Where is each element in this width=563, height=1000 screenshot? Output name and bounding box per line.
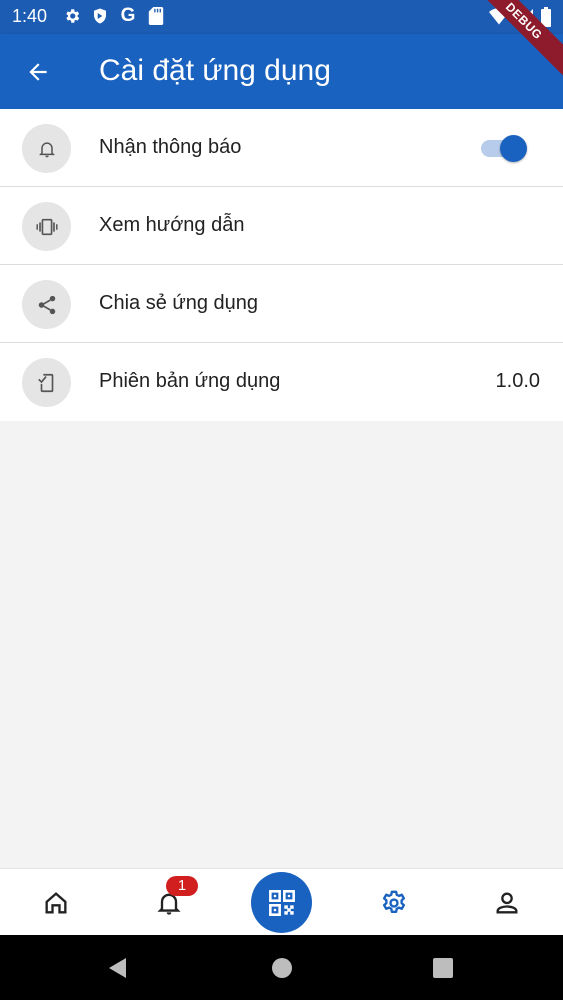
phone-check-icon	[22, 358, 71, 407]
status-time: 1:40	[12, 6, 48, 26]
back-button[interactable]	[18, 54, 58, 90]
system-back-button[interactable]	[104, 955, 132, 981]
setting-label: Phiên bản ứng dụng	[99, 370, 281, 392]
setting-share[interactable]: Chia sẻ ứng dụng	[0, 265, 563, 343]
gear-icon	[62, 6, 82, 26]
status-bar: 1:40 G	[0, 0, 563, 34]
status-icons-left: G	[62, 5, 166, 26]
shield-icon	[90, 6, 110, 26]
bottom-nav: 1	[0, 868, 563, 935]
page-title: Cài đặt ứng dụng	[99, 54, 331, 87]
square-recents-icon	[433, 958, 453, 978]
nav-qr-scan[interactable]	[251, 872, 312, 933]
profile-icon	[496, 892, 518, 913]
google-icon: G	[120, 5, 136, 26]
notification-badge: 1	[166, 876, 198, 896]
setting-label: Nhận thông báo	[99, 136, 242, 158]
settings-icon	[382, 890, 406, 913]
setting-guide[interactable]: Xem hướng dẫn	[0, 187, 563, 265]
home-icon	[45, 891, 67, 913]
nav-settings[interactable]	[354, 869, 434, 936]
qr-code-icon	[268, 889, 295, 916]
setting-label: Chia sẻ ứng dụng	[99, 292, 259, 314]
setting-label: Xem hướng dẫn	[99, 214, 245, 236]
setting-version: Phiên bản ứng dụng 1.0.0	[0, 343, 563, 421]
setting-notifications[interactable]: Nhận thông báo	[0, 109, 563, 187]
system-home-button[interactable]	[268, 955, 296, 981]
sd-card-icon	[146, 6, 166, 26]
toggle-thumb	[500, 135, 527, 162]
settings-list: Nhận thông báo Xem hướng dẫn Chia sẻ ứng…	[0, 109, 563, 421]
app-bar: Cài đặt ứng dụng	[0, 34, 563, 109]
circle-home-icon	[272, 958, 292, 978]
system-nav-bar	[0, 935, 563, 1000]
system-recents-button[interactable]	[429, 955, 457, 981]
share-icon	[22, 280, 71, 329]
arrow-back-icon	[29, 63, 47, 81]
notification-toggle[interactable]	[479, 135, 527, 162]
nav-home[interactable]	[16, 869, 96, 936]
vibration-icon	[22, 202, 71, 251]
app-version: 1.0.0	[495, 370, 540, 392]
bell-icon	[22, 124, 71, 173]
nav-profile[interactable]	[467, 869, 547, 936]
triangle-back-icon	[109, 958, 126, 978]
